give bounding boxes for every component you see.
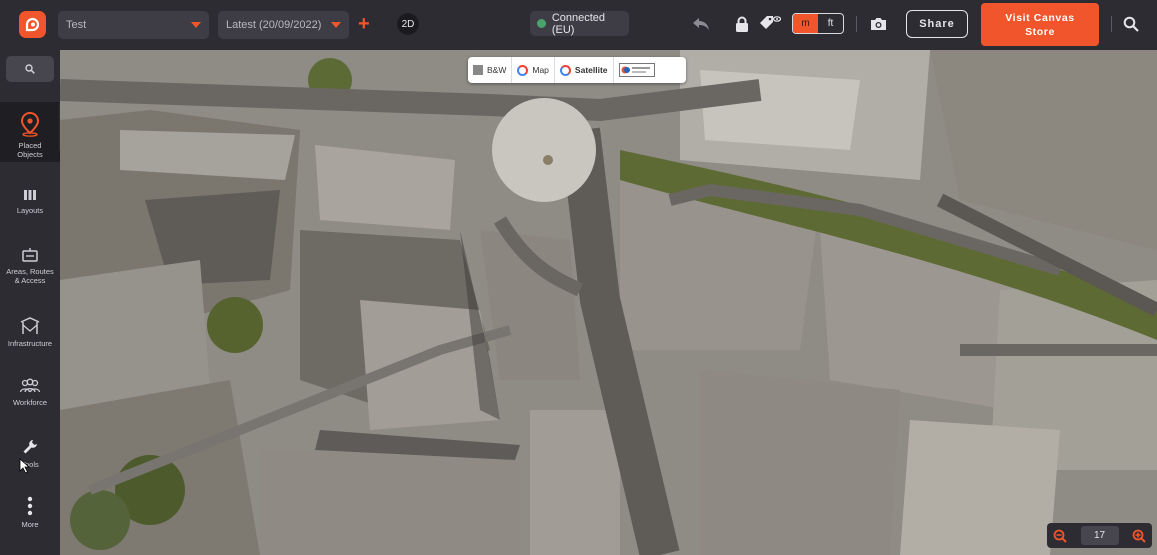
people-icon bbox=[19, 378, 41, 393]
layer-option-satellite[interactable]: Satellite bbox=[555, 57, 614, 83]
sidebar-item-label: Layouts bbox=[16, 206, 44, 215]
app-window: Test Latest (20/09/2022) + 2D Connected … bbox=[0, 0, 1157, 555]
layer-option-map[interactable]: Map bbox=[512, 57, 555, 83]
tag-eye-icon bbox=[760, 16, 781, 29]
sidebar-item-areas-routes-access[interactable]: Areas, Routes & Access bbox=[0, 247, 60, 285]
layer-option-bw[interactable]: B&W bbox=[468, 57, 513, 83]
zoom-in-icon[interactable] bbox=[1132, 529, 1146, 543]
version-select[interactable]: Latest (20/09/2022) bbox=[218, 11, 349, 39]
lock-icon bbox=[736, 16, 748, 32]
bw-thumb-icon bbox=[473, 65, 483, 75]
google-icon bbox=[559, 64, 571, 76]
top-toolbar: Test Latest (20/09/2022) + 2D Connected … bbox=[0, 0, 1157, 50]
unit-toggle[interactable]: m ft bbox=[792, 13, 844, 34]
sidebar-item-infrastructure[interactable]: Infrastructure bbox=[0, 317, 60, 348]
tent-icon bbox=[20, 317, 40, 334]
project-select[interactable]: Test bbox=[58, 11, 209, 39]
mouse-cursor-icon bbox=[19, 458, 31, 474]
plus-icon: + bbox=[358, 13, 370, 35]
tag-visibility-button[interactable] bbox=[758, 12, 782, 36]
version-select-value: Latest (20/09/2022) bbox=[226, 19, 322, 31]
zoom-control: 17 bbox=[1047, 523, 1152, 548]
zoom-level[interactable]: 17 bbox=[1080, 526, 1119, 545]
connection-status-label: Connected (EU) bbox=[551, 11, 606, 36]
satellite-map-view[interactable]: B&W Map Satellite bbox=[60, 50, 1157, 555]
sidebar-item-label: Workforce bbox=[12, 398, 48, 407]
search-button[interactable] bbox=[1119, 12, 1143, 36]
sidebar-item-label: Infrastructure bbox=[7, 339, 53, 348]
view-mode-button[interactable]: 2D bbox=[397, 13, 419, 35]
sign-icon bbox=[22, 248, 38, 262]
search-icon bbox=[1123, 16, 1139, 32]
sidebar-item-label: Areas, Routes & Access bbox=[6, 267, 54, 285]
sidebar-item-label: Placed Objects bbox=[17, 141, 43, 159]
zoom-out-icon[interactable] bbox=[1053, 529, 1067, 543]
camera-icon bbox=[870, 18, 886, 30]
unit-option-m[interactable]: m bbox=[793, 14, 818, 33]
wrench-icon bbox=[23, 440, 37, 454]
lock-button[interactable] bbox=[730, 12, 754, 36]
status-dot-icon bbox=[537, 19, 546, 28]
app-logo[interactable] bbox=[19, 11, 46, 38]
ordnance-survey-logo bbox=[618, 63, 655, 77]
visit-store-button[interactable]: Visit Canvas Store bbox=[981, 3, 1099, 46]
share-button[interactable]: Share bbox=[906, 10, 968, 38]
google-icon bbox=[517, 64, 529, 76]
chevron-down-icon bbox=[191, 22, 201, 28]
sidebar-item-layouts[interactable]: Layouts bbox=[0, 188, 60, 215]
more-vertical-icon bbox=[27, 496, 33, 516]
logo-icon bbox=[25, 17, 40, 32]
project-select-value: Test bbox=[66, 19, 87, 31]
chevron-down-icon bbox=[331, 22, 341, 28]
toolbar-divider bbox=[1111, 16, 1112, 32]
screenshot-button[interactable] bbox=[866, 12, 890, 36]
sidebar-item-label: More bbox=[21, 520, 39, 529]
sidebar-item-more[interactable]: More bbox=[0, 496, 60, 529]
map-pin-icon bbox=[20, 111, 40, 137]
layer-option-label: B&W bbox=[487, 65, 507, 75]
layer-option-ordnance-survey[interactable] bbox=[614, 57, 660, 83]
layer-option-label: Satellite bbox=[574, 65, 608, 75]
sidebar-item-workforce[interactable]: Workforce bbox=[0, 378, 60, 407]
satellite-imagery bbox=[60, 50, 1157, 555]
toolbar-divider bbox=[856, 16, 857, 32]
unit-option-ft[interactable]: ft bbox=[818, 14, 843, 33]
sidebar-item-placed-objects[interactable]: Placed Objects bbox=[0, 102, 60, 162]
map-layer-switcher: B&W Map Satellite bbox=[468, 57, 686, 83]
search-icon bbox=[25, 64, 35, 74]
sidebar: Placed Objects Layouts Areas, Routes & A… bbox=[0, 50, 60, 555]
undo-icon bbox=[693, 18, 709, 30]
bars-icon bbox=[24, 190, 36, 200]
layer-option-label: Map bbox=[532, 65, 549, 75]
connection-status: Connected (EU) bbox=[530, 11, 629, 36]
sidebar-search-button[interactable] bbox=[6, 56, 54, 82]
add-version-button[interactable]: + bbox=[358, 13, 370, 35]
undo-button[interactable] bbox=[689, 12, 713, 36]
